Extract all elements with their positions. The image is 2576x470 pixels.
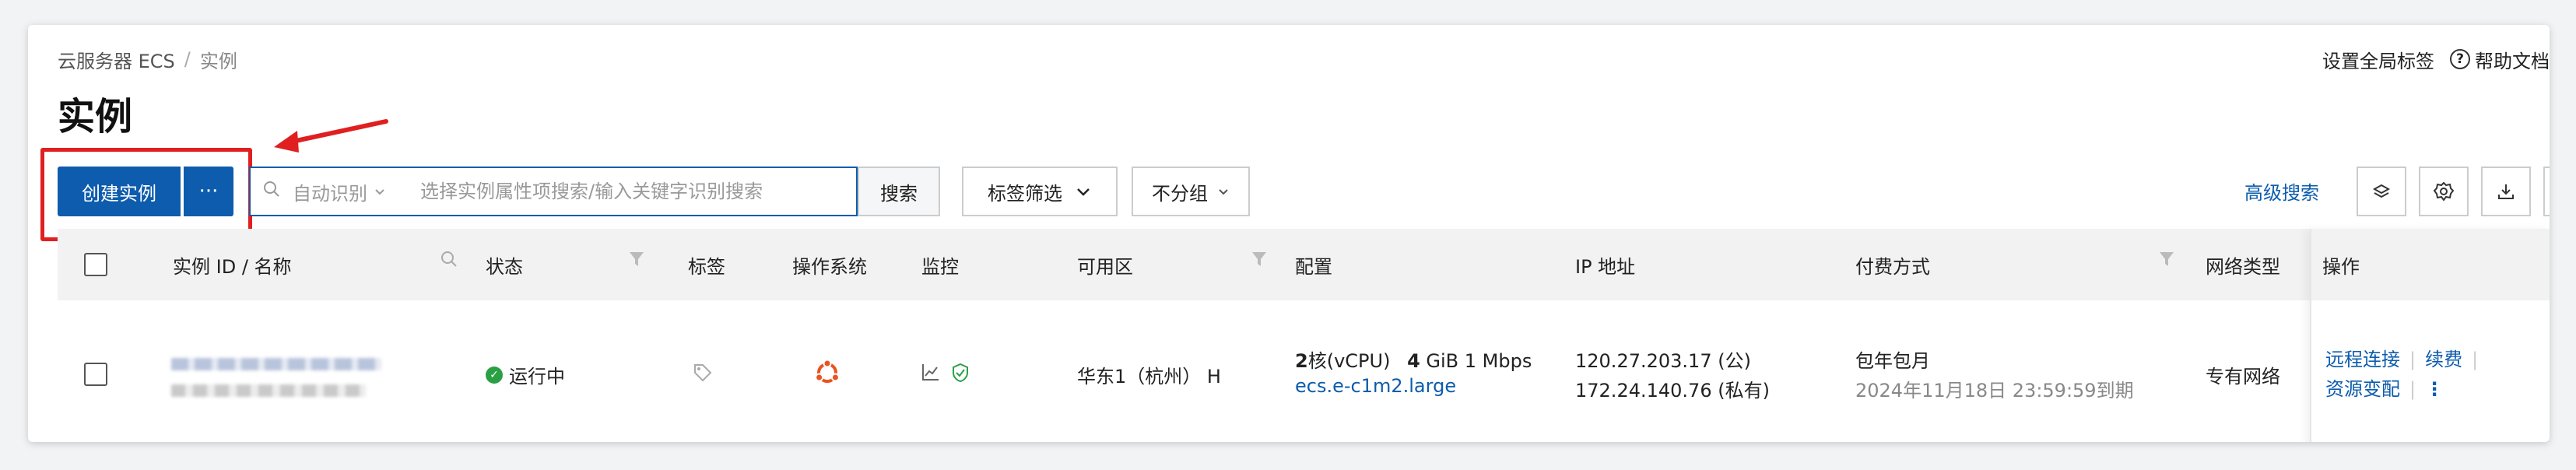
download-icon xyxy=(2498,184,2514,199)
col-ip: IP 地址 xyxy=(1575,255,1636,278)
table-header: 实例 ID / 名称 状态 标签 操作系统 监控 可用区 配置 IP 地址 付费… xyxy=(58,229,2550,300)
network-type: 专有网络 xyxy=(2206,366,2280,388)
filter-icon[interactable] xyxy=(1251,251,1267,272)
group-select-label: 不分组 xyxy=(1152,182,1208,205)
search-mode-label: 自动识别 xyxy=(293,182,367,205)
actions-column: 远程连接 | 续费 | 资源变配 | ⋮ xyxy=(2310,229,2550,442)
tag-filter-label: 标签筛选 xyxy=(988,182,1062,205)
memory-size: 4 xyxy=(1407,350,1420,372)
row-actions-line1: 远程连接 | 续费 | xyxy=(2325,349,2479,370)
ubuntu-os-icon xyxy=(814,359,841,391)
tag-filter-dropdown[interactable]: 标签筛选 xyxy=(962,167,1118,216)
row-actions-line2: 资源变配 | ⋮ xyxy=(2325,378,2444,400)
status-label: 运行中 xyxy=(509,366,565,388)
public-ip: 120.27.203.17 (公) xyxy=(1575,350,1751,372)
remote-connect-link[interactable]: 远程连接 xyxy=(2325,349,2400,370)
private-ip: 172.24.140.76 (私有) xyxy=(1575,380,1770,402)
help-doc-label: 帮助文档 xyxy=(2475,50,2550,72)
search-input[interactable] xyxy=(420,181,856,202)
layers-button[interactable] xyxy=(2357,167,2406,216)
chevron-down-icon xyxy=(375,189,384,195)
check-circle-icon: ✓ xyxy=(486,366,503,384)
help-icon: ? xyxy=(2450,49,2470,69)
set-global-tags-link[interactable]: 设置全局标签 xyxy=(2322,46,2434,73)
col-instance-id: 实例 ID / 名称 xyxy=(173,255,292,278)
cpu-cores: 2 xyxy=(1295,350,1308,372)
col-billing: 付费方式 xyxy=(1855,255,1930,278)
zone-value: 华东1（杭州） H xyxy=(1077,366,1221,388)
renew-link[interactable]: 续费 xyxy=(2425,349,2462,370)
chart-icon[interactable] xyxy=(921,363,940,381)
col-zone: 可用区 xyxy=(1077,255,1133,278)
help-doc-link[interactable]: ? 帮助文档 xyxy=(2450,46,2550,73)
row-checkbox[interactable] xyxy=(84,363,107,386)
export-button[interactable] xyxy=(2481,167,2531,216)
group-select-dropdown[interactable]: 不分组 xyxy=(1132,167,1250,216)
filter-icon[interactable] xyxy=(2159,251,2174,272)
refresh-button[interactable] xyxy=(2543,167,2550,216)
instance-type-link[interactable]: ecs.e-c1m2.large xyxy=(1295,375,1456,397)
chevron-down-icon xyxy=(1219,189,1228,195)
monitor-icons xyxy=(921,363,970,383)
shield-check-icon[interactable] xyxy=(951,363,970,383)
status-badge: ✓ 运行中 xyxy=(486,361,565,388)
col-monitor: 监控 xyxy=(921,255,959,278)
settings-button[interactable] xyxy=(2419,167,2469,216)
memory-bandwidth: GiB 1 Mbps xyxy=(1420,350,1532,372)
search-icon xyxy=(251,181,293,202)
expire-time: 2024年11月18日 23:59:59到期 xyxy=(1855,380,2134,402)
config-spec: 2核(vCPU) 4 GiB 1 Mbps xyxy=(1295,345,1532,373)
billing-type: 包年包月 xyxy=(1855,350,1930,372)
col-network: 网络类型 xyxy=(2206,255,2280,278)
tag-icon[interactable] xyxy=(693,363,713,388)
search-bar: 自动识别 xyxy=(249,167,858,216)
instance-name xyxy=(171,384,366,397)
select-all-checkbox[interactable] xyxy=(84,229,107,300)
search-mode-select[interactable]: 自动识别 xyxy=(293,178,386,205)
red-arrow-icon xyxy=(274,119,388,153)
advanced-search-link[interactable]: 高级搜索 xyxy=(2244,177,2319,205)
resize-link[interactable]: 资源变配 xyxy=(2325,378,2400,400)
more-vertical-icon[interactable]: ⋮ xyxy=(2425,378,2444,400)
col-status: 状态 xyxy=(486,255,523,278)
gear-icon xyxy=(2434,181,2454,202)
col-os: 操作系统 xyxy=(792,255,867,278)
layers-icon xyxy=(2372,184,2391,198)
filter-icon[interactable] xyxy=(629,251,644,272)
col-tags: 标签 xyxy=(688,255,725,278)
chevron-down-icon xyxy=(1077,188,1090,196)
top-right-links: 设置全局标签 ? 帮助文档 xyxy=(2322,44,2550,75)
search-button[interactable]: 搜索 xyxy=(858,167,940,216)
cpu-unit: 核(vCPU) xyxy=(1307,350,1391,372)
col-config: 配置 xyxy=(1295,255,1332,278)
table-row: ✓ 运行中 华东1（杭州） H 2核(vCPU) 4 GiB 1 Mbps ec… xyxy=(58,300,2550,442)
search-icon[interactable] xyxy=(440,251,458,272)
console-window: 云服务器 ECS / 实例 设置全局标签 ? 帮助文档 实例 创建实例 ··· … xyxy=(28,25,2550,442)
instance-id-link[interactable] xyxy=(171,358,381,370)
